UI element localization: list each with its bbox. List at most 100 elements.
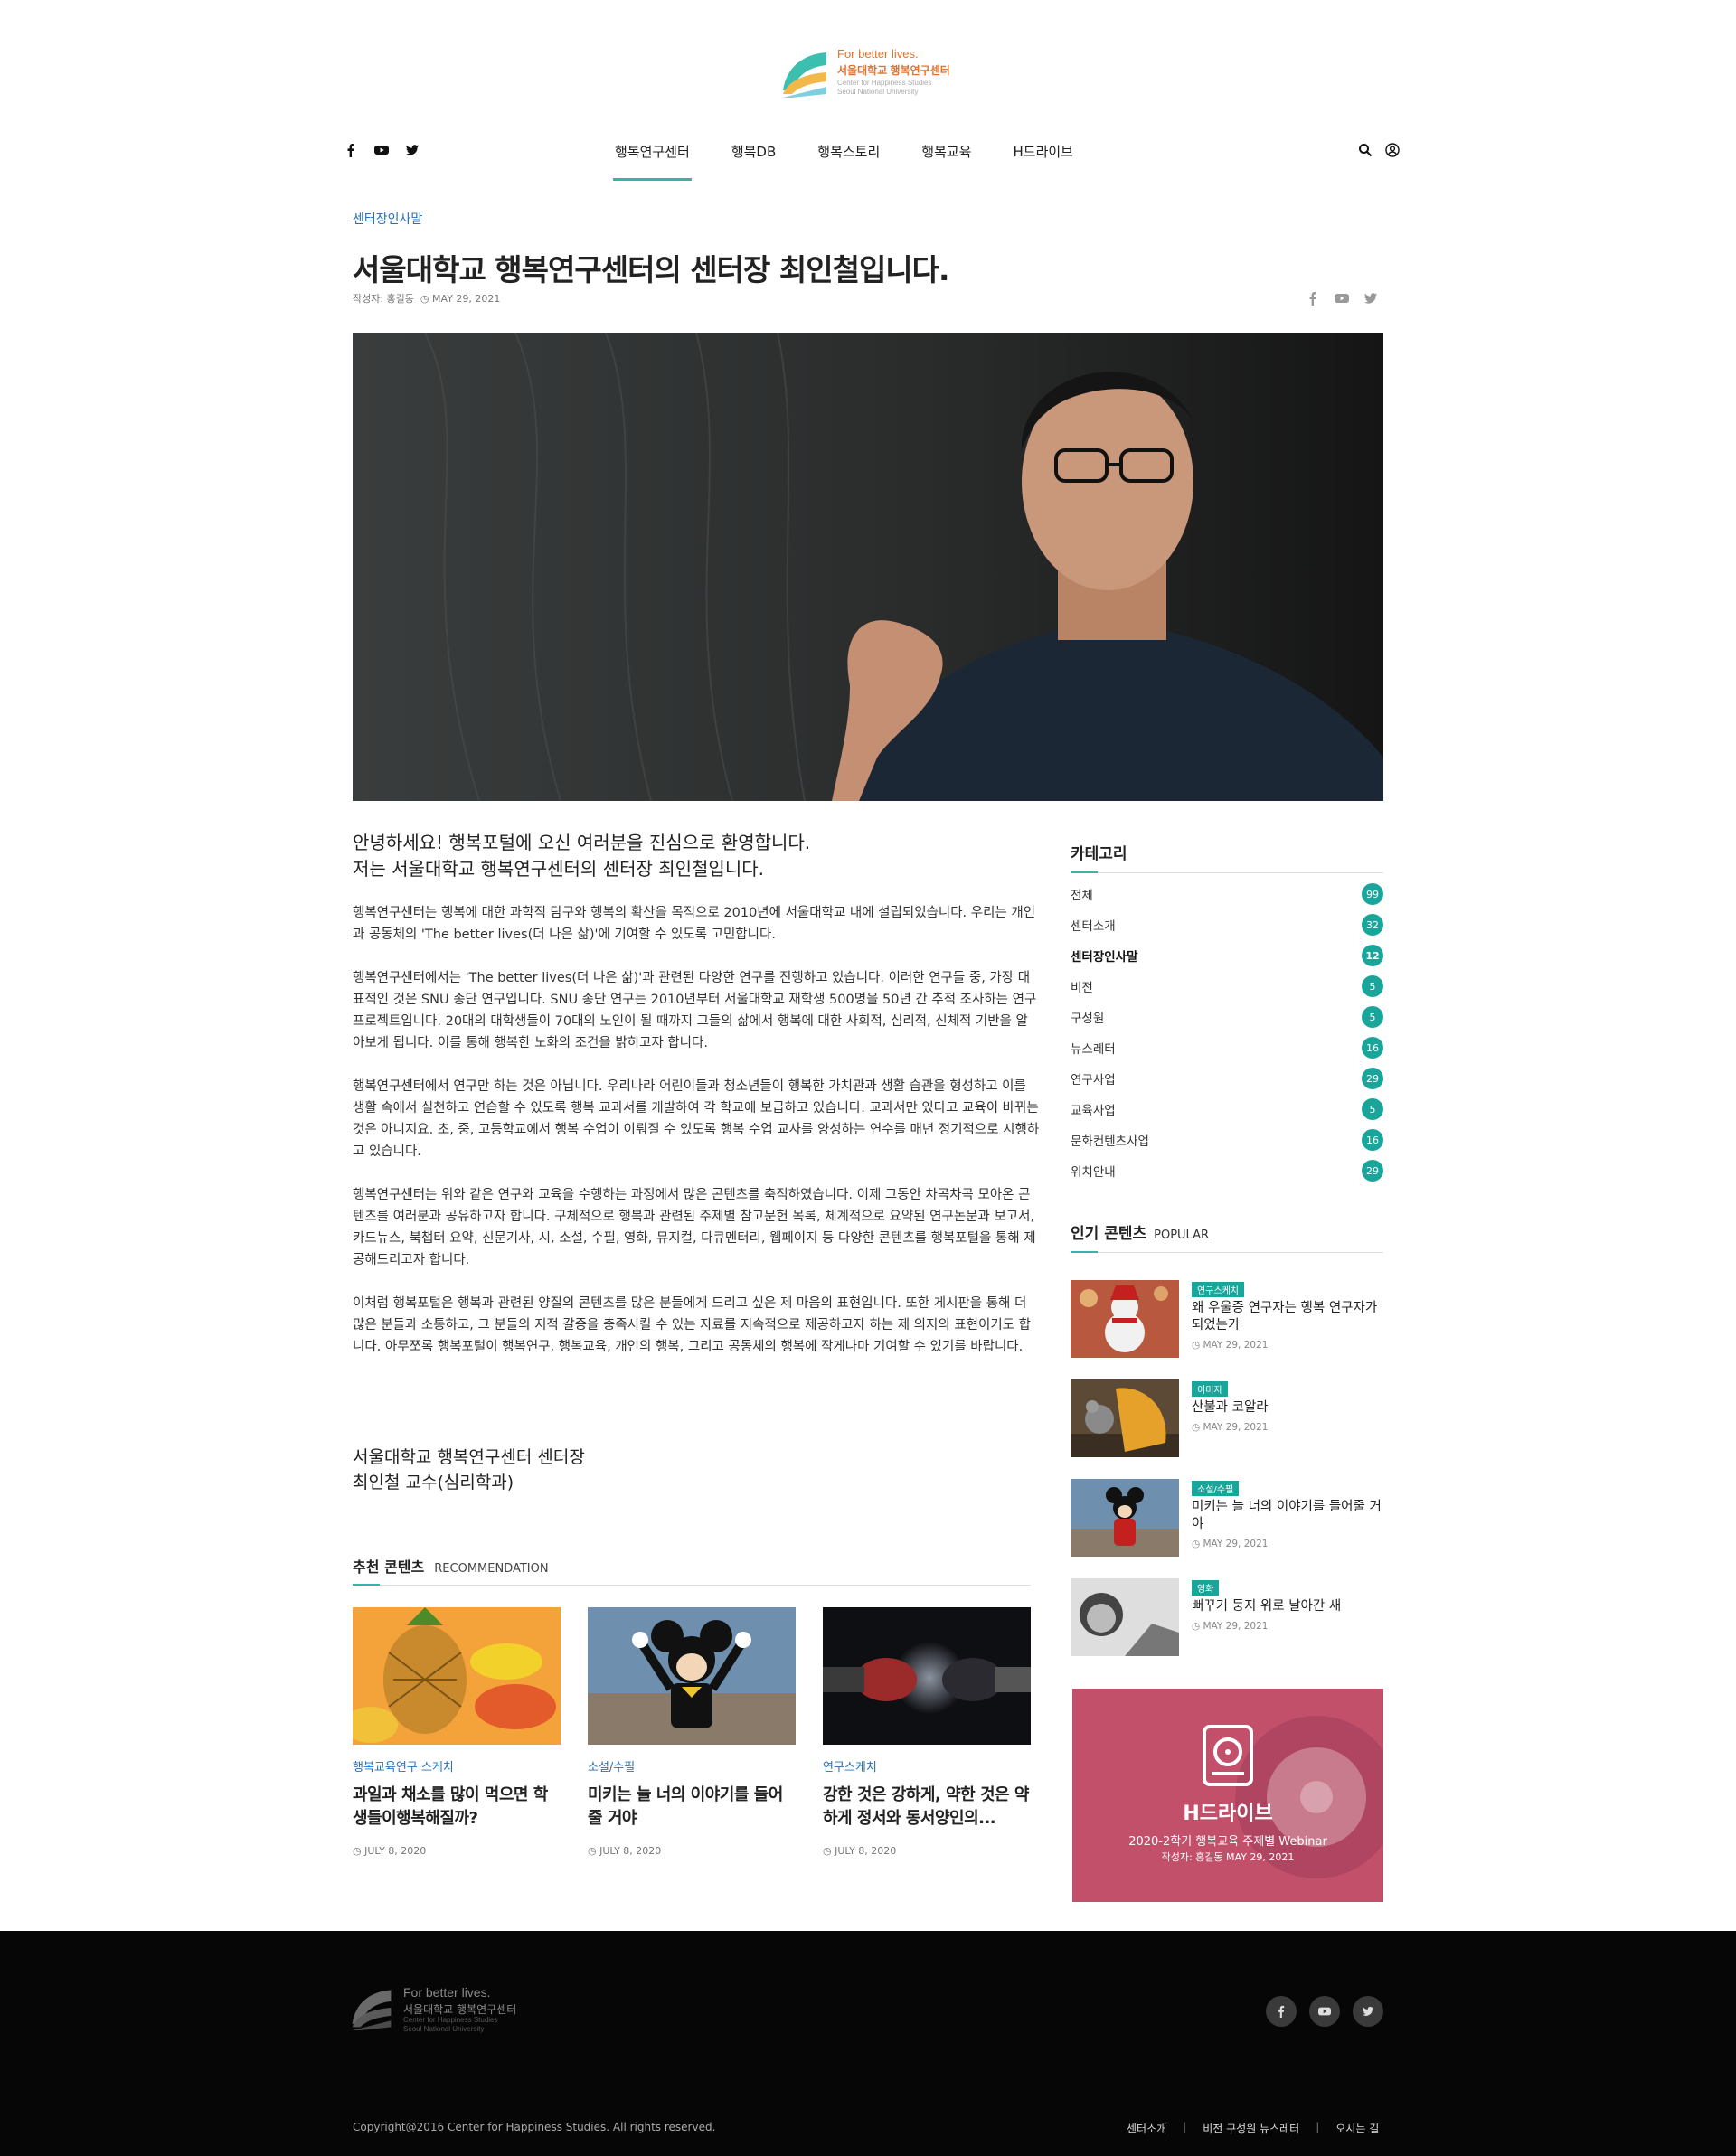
mickey-image[interactable] xyxy=(1071,1479,1179,1557)
popular-heading: 인기 콘텐츠 POPULAR xyxy=(1071,1220,1383,1253)
youtube-icon[interactable] xyxy=(374,143,389,157)
category-item[interactable]: 센터소개 32 xyxy=(1071,909,1383,940)
category-item[interactable]: 비전 5 xyxy=(1071,971,1383,1002)
popular-badge[interactable]: 소설/수필 xyxy=(1192,1481,1240,1496)
clock-icon: ◷ xyxy=(417,293,429,305)
twitter-icon[interactable] xyxy=(405,143,420,157)
category-label[interactable]: 교육사업 xyxy=(1071,1100,1116,1118)
brand-name-en: Center for Happiness Studies Seoul Natio… xyxy=(837,79,932,97)
popular-item[interactable]: 영화 뻐꾸기 둥지 위로 날아간 새 ◷ MAY 29, 2021 xyxy=(1071,1578,1383,1656)
clock-icon: ◷ xyxy=(823,1845,835,1857)
user-icon[interactable] xyxy=(1385,143,1400,157)
category-label[interactable]: 비전 xyxy=(1071,977,1093,995)
category-count: 29 xyxy=(1362,1068,1383,1089)
card-title[interactable]: 강한 것은 강하게, 약한 것은 약하게 정서와 동서양인의... xyxy=(823,1784,1031,1831)
card-date: ◷ JULY 8, 2020 xyxy=(588,1845,796,1857)
body-paragraph: 행복연구센터에서는 'The better lives(더 나은 삶)'과 관련… xyxy=(353,971,1037,1050)
card-category[interactable]: 행복교육연구 스케치 xyxy=(353,1757,561,1775)
article-lead: 안녕하세요! 행복포털에 오신 여러분을 진심으로 환영합니다. 저는 서울대학… xyxy=(353,830,1040,882)
popular-title: 인기 콘텐츠 xyxy=(1071,1225,1147,1243)
brand-name: 서울대학교 행복연구센터 xyxy=(837,64,950,77)
brand-logo[interactable]: For better lives. 서울대학교 행복연구센터 Center fo… xyxy=(779,45,960,101)
footer-link-vision[interactable]: 비전 구성원 뉴스레터 xyxy=(1203,2121,1299,2136)
footer-brand-name: 서울대학교 행복연구센터 xyxy=(403,2003,517,2016)
hard-drive-icon xyxy=(1072,1689,1383,1902)
footer-link-directions[interactable]: 오시는 길 xyxy=(1335,2121,1379,2136)
category-label[interactable]: 구성원 xyxy=(1071,1008,1104,1026)
footer-links: 센터소개 | 비전 구성원 뉴스레터 | 오시는 길 xyxy=(1127,2121,1392,2136)
recommend-card[interactable]: 소설/수필 미키는 늘 너의 이야기를 들어줄 거야 ◷ JULY 8, 202… xyxy=(588,1607,796,1857)
card-date: ◷ JULY 8, 2020 xyxy=(353,1845,561,1857)
recommend-card[interactable]: 연구스케치 강한 것은 강하게, 약한 것은 약하게 정서와 동서양인의... … xyxy=(823,1607,1031,1857)
category-label[interactable]: 뉴스레터 xyxy=(1071,1039,1116,1057)
category-item[interactable]: 뉴스레터 16 xyxy=(1071,1032,1383,1063)
card-title[interactable]: 미키는 늘 너의 이야기를 들어줄 거야 xyxy=(588,1784,796,1831)
card-category[interactable]: 소설/수필 xyxy=(588,1757,796,1775)
hdrive-banner[interactable]: H드라이브 2020-2학기 행복교육 주제별 Webinar 작성자: 홍길동… xyxy=(1072,1689,1383,1902)
category-label[interactable]: 센터장인사말 xyxy=(1071,946,1138,965)
snowman-image[interactable] xyxy=(1071,1280,1179,1358)
popular-badge[interactable]: 연구스케치 xyxy=(1192,1282,1244,1297)
koala-image[interactable] xyxy=(1071,1379,1179,1457)
banner-subtitle: 2020-2학기 행복교육 주제별 Webinar xyxy=(1128,1835,1327,1849)
article-author: 작성자: 홍길동 xyxy=(353,293,414,305)
fruit-image[interactable] xyxy=(353,1607,561,1745)
footer-logo[interactable]: For better lives. 서울대학교 행복연구센터 Center fo… xyxy=(349,1985,516,2034)
category-item[interactable]: 위치안내 29 xyxy=(1071,1155,1383,1186)
category-label[interactable]: 연구사업 xyxy=(1071,1069,1116,1087)
nav-item-story[interactable]: 행복스토리 xyxy=(817,142,880,181)
category-item-current[interactable]: 센터장인사말 12 xyxy=(1071,940,1383,971)
category-label[interactable]: 문화컨텐츠사업 xyxy=(1071,1131,1149,1149)
popular-item[interactable]: 연구스케치 왜 우울증 연구자는 행복 연구자가 되었는가 ◷ MAY 29, … xyxy=(1071,1280,1383,1358)
article-share xyxy=(1306,291,1378,306)
category-count: 32 xyxy=(1362,914,1383,936)
card-date-text: JULY 8, 2020 xyxy=(599,1845,662,1857)
category-label[interactable]: 전체 xyxy=(1071,885,1093,903)
popular-badge[interactable]: 이미지 xyxy=(1192,1381,1228,1397)
twitter-icon[interactable] xyxy=(1363,291,1378,306)
facebook-icon[interactable] xyxy=(344,143,358,157)
footer-link-about[interactable]: 센터소개 xyxy=(1127,2121,1166,2136)
popular-badge[interactable]: 영화 xyxy=(1192,1580,1220,1596)
popular-date-text: MAY 29, 2021 xyxy=(1203,1422,1269,1433)
nav-item-education[interactable]: 행복교육 xyxy=(921,142,971,181)
brand-name-en-2: Seoul National University xyxy=(837,88,919,96)
boxing-gloves-image[interactable] xyxy=(823,1607,1031,1745)
category-label[interactable]: 위치안내 xyxy=(1071,1162,1116,1180)
category-label[interactable]: 센터소개 xyxy=(1071,916,1116,934)
facebook-icon[interactable] xyxy=(1306,291,1320,306)
youtube-icon[interactable] xyxy=(1335,291,1349,306)
category-item[interactable]: 교육사업 5 xyxy=(1071,1094,1383,1125)
card-title[interactable]: 과일과 채소를 많이 먹으면 학생들이행복해질까? xyxy=(353,1784,561,1831)
popular-title-text[interactable]: 산불과 코알라 xyxy=(1192,1399,1269,1417)
category-item[interactable]: 문화컨텐츠사업 16 xyxy=(1071,1125,1383,1155)
article-body: 행복연구센터는 행복에 대한 과학적 탐구와 행복의 확산을 목적으로 2010… xyxy=(353,902,1040,1379)
popular-text: 영화 뻐꾸기 둥지 위로 날아간 새 ◷ MAY 29, 2021 xyxy=(1192,1578,1341,1656)
mickey-image[interactable] xyxy=(588,1607,796,1745)
popular-item[interactable]: 이미지 산불과 코알라 ◷ MAY 29, 2021 xyxy=(1071,1379,1383,1457)
search-icon[interactable] xyxy=(1358,143,1373,157)
youtube-icon[interactable] xyxy=(1309,1996,1340,2027)
popular-title-text[interactable]: 미키는 늘 너의 이야기를 들어줄 거야 xyxy=(1192,1499,1383,1533)
nav-item-hdrive[interactable]: H드라이브 xyxy=(1013,142,1072,181)
recommend-card[interactable]: 행복교육연구 스케치 과일과 채소를 많이 먹으면 학생들이행복해질까? ◷ J… xyxy=(353,1607,561,1857)
film-still-image[interactable] xyxy=(1071,1578,1179,1656)
nav-item-db[interactable]: 행복DB xyxy=(731,142,776,181)
recommend-grid: 행복교육연구 스케치 과일과 채소를 많이 먹으면 학생들이행복해질까? ◷ J… xyxy=(353,1607,1031,1857)
nav-item-center[interactable]: 행복연구센터 xyxy=(613,142,692,181)
twitter-icon[interactable] xyxy=(1353,1996,1383,2027)
card-category[interactable]: 연구스케치 xyxy=(823,1757,1031,1775)
popular-title-text[interactable]: 왜 우울증 연구자는 행복 연구자가 되었는가 xyxy=(1192,1300,1383,1334)
popular-title-text[interactable]: 뻐꾸기 둥지 위로 날아간 새 xyxy=(1192,1598,1341,1615)
category-item[interactable]: 전체 99 xyxy=(1071,879,1383,909)
clock-icon: ◷ xyxy=(1192,1539,1203,1549)
article-category[interactable]: 센터장인사말 xyxy=(353,210,422,228)
footer-brand-en-2: Seoul National University xyxy=(403,2025,485,2033)
category-item[interactable]: 연구사업 29 xyxy=(1071,1063,1383,1094)
facebook-icon[interactable] xyxy=(1266,1996,1297,2027)
clock-icon: ◷ xyxy=(353,1845,365,1857)
category-heading: 카테고리 xyxy=(1071,841,1383,873)
popular-item[interactable]: 소설/수필 미키는 늘 너의 이야기를 들어줄 거야 ◷ MAY 29, 202… xyxy=(1071,1479,1383,1557)
recommend-subtitle: RECOMMENDATION xyxy=(434,1562,549,1576)
category-item[interactable]: 구성원 5 xyxy=(1071,1002,1383,1032)
